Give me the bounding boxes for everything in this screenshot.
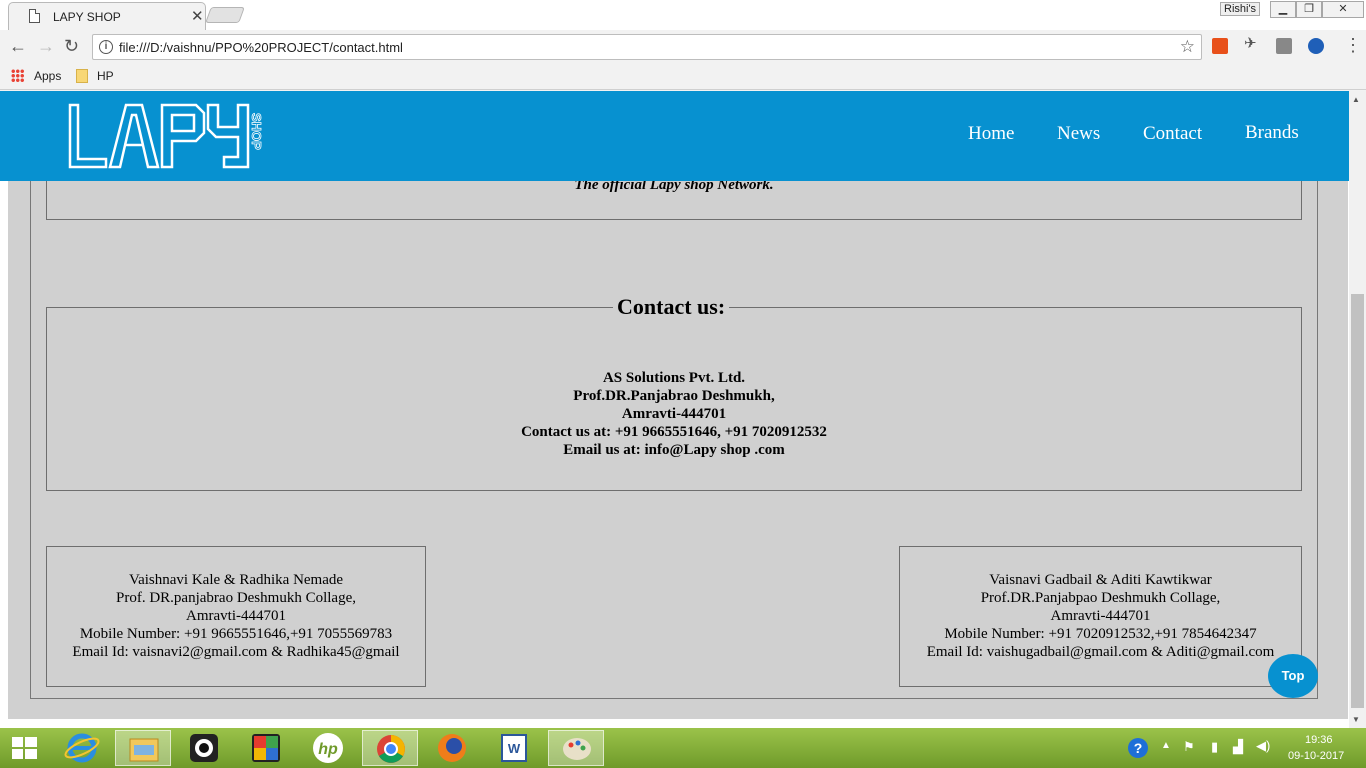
firefox-icon[interactable] [424,730,480,766]
contact-heading: Contact us: [613,294,730,320]
url-text[interactable]: file:///D:/vaishnu/PPO%20PROJECT/contact… [119,40,403,55]
clock-date[interactable]: 09-10-2017 [1288,750,1344,762]
card-city: Amravti-444701 [186,608,286,624]
address-bar[interactable]: i file:///D:/vaishnu/PPO%20PROJECT/conta… [92,34,1202,60]
show-hidden-icons-icon[interactable]: ▲ [1161,740,1171,751]
scroll-down-icon[interactable]: ▼ [1352,715,1360,724]
info-icon[interactable]: i [99,40,113,54]
action-center-icon[interactable]: ⚑ [1183,739,1195,755]
card-lines-left: Vaishnavi Kale & Radhika Nemade Prof. DR… [47,571,425,661]
card-email: Email Id: vaisnavi2@gmail.com & Radhika4… [72,644,400,660]
paint-icon[interactable] [548,730,604,766]
nav-brands[interactable]: Brands [1245,122,1299,144]
lapy-shop-logo[interactable]: SHOP [66,99,276,173]
developer-card-left: Vaishnavi Kale & Radhika Nemade Prof. DR… [46,546,426,687]
vertical-scrollbar[interactable]: ▲ ▼ [1349,91,1366,728]
card-names: Vaishnavi Kale & Radhika Nemade [128,572,344,588]
start-icon[interactable] [12,737,38,761]
close-window-button[interactable]: ✕ [1322,1,1364,18]
puzzle-icon[interactable] [238,730,294,766]
file-explorer-icon[interactable] [115,730,171,766]
svg-text:hp: hp [318,741,338,758]
company-name: AS Solutions Pvt. Ltd. [602,370,746,386]
tab-strip: LAPY SHOP ✕ Rishi's ▁ ❐ ✕ [0,0,1366,30]
card-college: Prof. DR.panjabrao Deshmukh Collage, [116,590,356,606]
bookmark-star-icon[interactable]: ☆ [1180,37,1195,57]
tab-title: LAPY SHOP [53,10,121,24]
back-arrow-icon[interactable]: ← [9,36,27,57]
bookmarks-bar: Apps HP [0,64,1366,90]
developer-card-right: Vaisnavi Gadbail & Aditi Kawtikwar Prof.… [899,546,1302,687]
page-viewport: The official Lapy shop Network. Contact … [0,91,1366,728]
card-names: Vaisnavi Gadbail & Aditi Kawtikwar [989,572,1212,588]
document-icon [29,9,40,23]
address-line: Prof.DR.Panjabrao Deshmukh, [573,388,775,404]
chrome-icon[interactable] [362,730,418,766]
contact-fieldset: Contact us: AS Solutions Pvt. Ltd. Prof.… [46,294,1302,491]
card-city: Amravti-444701 [1050,608,1151,624]
close-tab-icon[interactable]: ✕ [191,7,204,25]
word-icon[interactable]: W [486,730,542,766]
scroll-thumb[interactable] [1351,294,1364,708]
profile-button[interactable]: Rishi's [1220,2,1261,16]
forward-arrow-icon[interactable]: → [37,36,55,57]
download-icon[interactable] [1276,38,1292,54]
reload-icon[interactable]: ↻ [64,36,79,57]
rocket-icon[interactable]: ✈ [1244,34,1260,52]
svg-text:W: W [508,741,521,756]
network-icon[interactable]: ▟ [1233,739,1243,755]
new-tab-button[interactable] [205,7,245,23]
menu-icon[interactable]: ⋮ [1344,35,1362,56]
clock-time[interactable]: 19:36 [1305,734,1333,746]
card-mobile: Mobile Number: +91 9665551646,+91 705556… [79,626,393,642]
camera-icon[interactable] [176,730,232,766]
scroll-up-icon[interactable]: ▲ [1352,95,1360,104]
windows-taskbar: hp W ? ▲ ⚑ ▮ ▟ ◀) 19:36 09-10-2017 [0,728,1366,768]
maximize-button[interactable]: ❐ [1296,1,1322,18]
back-to-top-button[interactable]: Top [1268,654,1318,698]
bookmark-apps[interactable]: Apps [34,69,61,83]
volume-icon[interactable]: ◀) [1256,738,1270,754]
minimize-button[interactable]: ▁ [1270,1,1296,18]
browser-tab[interactable]: LAPY SHOP ✕ [8,2,206,30]
folder-icon [76,69,88,83]
help-icon[interactable]: ? [1128,738,1148,758]
extension-icon[interactable] [1308,38,1324,54]
nav-contact[interactable]: Contact [1143,123,1202,145]
site-header: SHOP Home News Contact Brands [0,91,1349,181]
nav-home[interactable]: Home [968,123,1014,145]
card-college: Prof.DR.Panjabpao Deshmukh Collage, [980,590,1221,606]
nav-news[interactable]: News [1057,123,1100,145]
battery-icon[interactable]: ▮ [1211,739,1218,755]
browser-toolbar: ← → ↻ i file:///D:/vaishnu/PPO%20PROJECT… [0,30,1366,64]
phone-line: Contact us at: +91 9665551646, +91 70209… [521,424,827,440]
logo-sub: SHOP [249,113,264,150]
card-lines-right: Vaisnavi Gadbail & Aditi Kawtikwar Prof.… [900,571,1301,661]
hp-icon[interactable]: hp [300,730,356,766]
internet-explorer-icon[interactable] [54,730,110,766]
bookmark-hp[interactable]: HP [97,69,114,83]
card-mobile: Mobile Number: +91 7020912532,+91 785464… [944,626,1257,642]
email-line: Email us at: info@Lapy shop .com [563,442,785,458]
office-icon[interactable] [1212,38,1228,54]
apps-grid-icon [11,69,24,82]
card-email: Email Id: vaishugadbail@gmail.com & Adit… [926,644,1275,660]
city-line: Amravti-444701 [621,406,727,422]
contact-details: AS Solutions Pvt. Ltd. Prof.DR.Panjabrao… [47,369,1301,459]
page-body: The official Lapy shop Network. Contact … [8,91,1348,719]
